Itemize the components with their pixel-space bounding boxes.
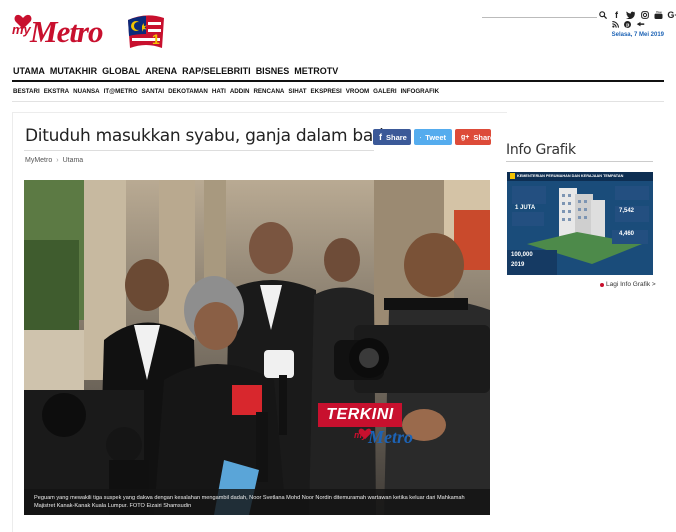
twitter-icon <box>420 136 422 138</box>
search-icon[interactable] <box>598 10 607 19</box>
terkini-badge: TERKINI <box>318 403 402 427</box>
article-photo-illustration <box>24 180 490 515</box>
googleplus-share-label: Share <box>473 132 495 142</box>
infographic-thumbnail[interactable]: KEMENTERIAN PERUMAHAN DAN KERAJAAN TEMPA… <box>507 172 653 275</box>
article-photo[interactable] <box>24 180 490 515</box>
logo-metro-text: Metro <box>30 14 103 49</box>
podcast-icon[interactable] <box>636 21 645 30</box>
instagram-icon[interactable] <box>640 10 649 19</box>
nav-divider <box>12 80 664 82</box>
subnav-item-galeri[interactable]: GALERI <box>373 88 396 95</box>
google-plus-icon[interactable]: G+ <box>667 10 676 20</box>
subnav-item-ekstra[interactable]: EKSTRA <box>44 88 69 95</box>
facebook-share-label: Share <box>386 132 407 142</box>
facebook-icon: f <box>379 132 382 142</box>
rss-icon[interactable] <box>612 21 619 30</box>
social-icons-secondary: p <box>612 21 645 30</box>
subnav-item-hati[interactable]: HATI <box>212 88 226 95</box>
subnav-item-nuansa[interactable]: NUANSA <box>73 88 99 95</box>
nav-item-rap-selebriti[interactable]: RAP/SELEBRITI <box>182 66 251 76</box>
subnav-item-rencana[interactable]: RENCANA <box>253 88 284 95</box>
subnav-item-ekspresi[interactable]: EKSPRESI <box>310 88 341 95</box>
logo-my-text: my <box>12 22 31 37</box>
subnav-item-sihat[interactable]: SIHAT <box>288 88 306 95</box>
sidebar-divider <box>506 161 653 162</box>
article-title: Dituduh masukkan syabu, ganja dalam bada… <box>25 126 405 146</box>
nav-item-arena[interactable]: ARENA <box>145 66 177 76</box>
nav-item-mutakhir[interactable]: MUTAKHIR <box>50 66 97 76</box>
google-plus-icon: g+ <box>461 133 470 141</box>
infographic-stat-2: 7,542 <box>619 208 635 214</box>
social-icons-top: f You G+ <box>598 10 676 20</box>
subnav-item-infografik[interactable]: INFOGRAFIK <box>401 88 440 95</box>
nav-item-utama[interactable]: UTAMA <box>13 66 45 76</box>
subnav-item-bestari[interactable]: BESTARI <box>13 88 40 95</box>
nav-item-bisnes[interactable]: BISNES <box>256 66 290 76</box>
photo-caption: Peguam yang mewakili tiga suspek yang da… <box>24 489 490 515</box>
infographic-stat-4: 100,000 <box>511 252 533 258</box>
subnav-item-itmetro[interactable]: IT@METRO <box>104 88 138 95</box>
twitter-share-button[interactable]: Tweet <box>414 129 452 145</box>
svg-text:p: p <box>626 23 629 28</box>
red-dot-icon <box>600 282 604 287</box>
svg-text:You: You <box>656 11 662 14</box>
header-date: Selasa, 7 Mei 2019 <box>611 32 664 38</box>
search-bar-line[interactable] <box>482 17 597 18</box>
breadcrumb-utama[interactable]: Utama <box>63 157 84 164</box>
infographic-stat-1: 1 JUTA <box>515 205 536 211</box>
infographic-year: 2019 <box>511 262 525 268</box>
sidebar-title: Info Grafik <box>506 142 576 158</box>
subnav-item-dekotaman[interactable]: DEKOTAMAN <box>168 88 208 95</box>
infographic-illustration <box>507 173 649 275</box>
subnav-divider <box>12 101 664 102</box>
subnav-item-addin[interactable]: ADDIN <box>230 88 250 95</box>
twitter-icon[interactable] <box>626 10 635 19</box>
nav-item-metrotv[interactable]: METROTV <box>294 66 338 76</box>
nav-item-global[interactable]: GLOBAL <box>102 66 140 76</box>
watermark-my-text: my <box>354 430 368 440</box>
main-navigation: UTAMA MUTAKHIR GLOBAL ARENA RAP/SELEBRIT… <box>13 66 338 76</box>
subnav-item-santai[interactable]: SANTAI <box>142 88 165 95</box>
breadcrumb-separator-icon: › <box>56 157 59 164</box>
more-infographic-label: Lagi Info Grafik > <box>606 281 656 288</box>
breadcrumb: MyMetro › Utama <box>25 157 83 164</box>
pinterest-icon[interactable]: p <box>624 21 631 30</box>
googleplus-share-button[interactable]: g+ Share <box>455 129 495 145</box>
facebook-icon[interactable]: f <box>612 10 621 20</box>
infographic-stat-3: 4,460 <box>619 231 635 237</box>
sub-navigation: BESTARI EKSTRA NUANSA IT@METRO SANTAI DE… <box>13 88 439 95</box>
malaysia-flag-icon: 1 <box>128 15 164 48</box>
facebook-share-button[interactable]: f Share <box>373 129 411 145</box>
breadcrumb-mymetro[interactable]: MyMetro <box>25 157 52 164</box>
subnav-item-vroom[interactable]: VROOM <box>346 88 369 95</box>
youtube-icon[interactable]: You <box>654 10 663 19</box>
twitter-share-label: Tweet <box>425 132 446 142</box>
svg-text:1: 1 <box>152 31 160 47</box>
more-infographic-link[interactable]: Lagi Info Grafik > <box>600 281 656 288</box>
terkini-watermark: TERKINI my Metro <box>318 403 448 453</box>
title-divider <box>24 150 374 151</box>
mymetro-logo[interactable]: my Metro 1 <box>12 12 164 52</box>
watermark-metro-text: Metro <box>368 427 413 447</box>
